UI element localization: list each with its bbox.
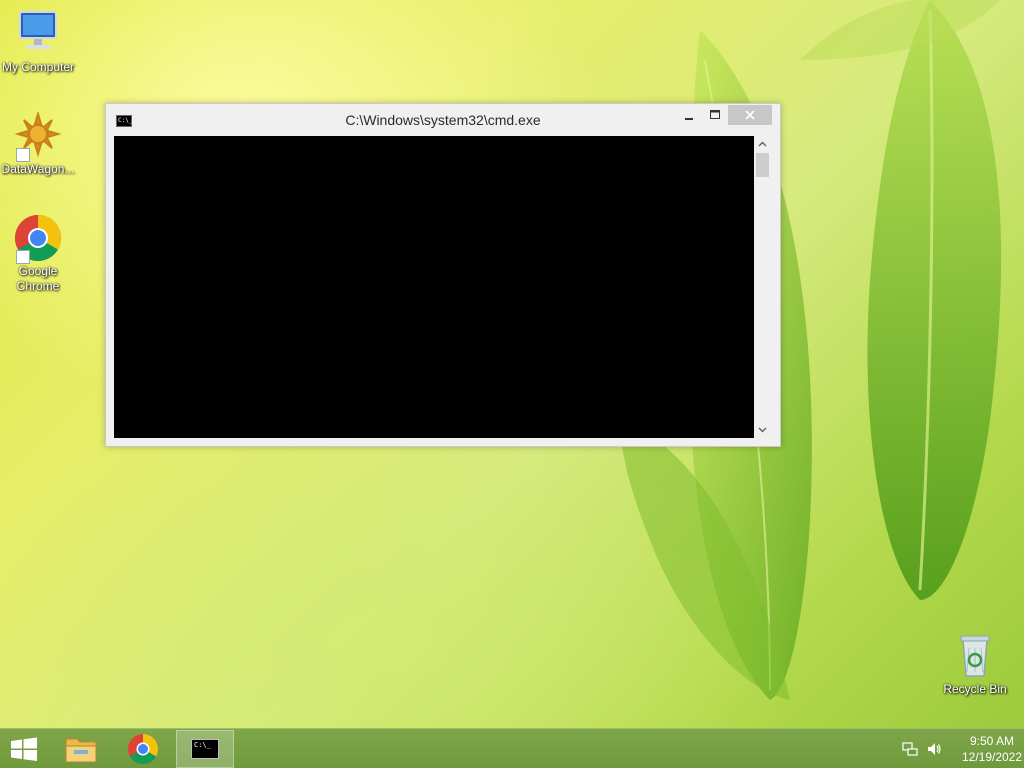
- shortcut-arrow-icon: [16, 148, 30, 162]
- taskbar: C:\_ 9:50 AM 12/19/2022: [0, 728, 1024, 768]
- cmd-window[interactable]: C:\_ C:\Windows\system32\cmd.exe: [105, 103, 781, 447]
- scroll-down-arrow-icon[interactable]: [754, 421, 771, 438]
- scrollbar-thumb[interactable]: [756, 153, 769, 177]
- monitor-icon: [14, 10, 62, 58]
- minimize-button[interactable]: [676, 105, 702, 125]
- recycle-bin-icon: [951, 632, 999, 680]
- desktop-icon-datawagon[interactable]: DataWagon...: [0, 110, 76, 177]
- minimize-icon: [685, 118, 693, 120]
- chrome-icon: [128, 734, 159, 765]
- sun-logo-icon: [14, 110, 62, 162]
- desktop-icon-label: My Computer: [1, 60, 75, 74]
- taskbar-clock[interactable]: 9:50 AM 12/19/2022: [960, 733, 1024, 765]
- cmd-icon-prompt: C:\_: [194, 741, 211, 749]
- chrome-icon: [14, 214, 62, 264]
- cmd-icon: C:\_: [191, 739, 219, 759]
- close-button[interactable]: [728, 105, 772, 125]
- taskbar-file-explorer[interactable]: [54, 730, 108, 768]
- shortcut-arrow-icon: [16, 250, 30, 264]
- system-tray: 9:50 AM 12/19/2022: [884, 729, 1024, 768]
- desktop-icon-label: Google Chrome: [16, 264, 60, 293]
- desktop-icon-label: Recycle Bin: [943, 682, 1007, 696]
- taskbar-command-prompt[interactable]: C:\_: [176, 730, 234, 768]
- speaker-icon[interactable]: [926, 741, 942, 757]
- scroll-up-arrow-icon[interactable]: [754, 136, 771, 153]
- start-button[interactable]: [0, 730, 48, 768]
- desktop-icon-recycle-bin[interactable]: Recycle Bin: [937, 632, 1013, 697]
- maximize-button[interactable]: [702, 105, 728, 125]
- vertical-scrollbar[interactable]: [754, 136, 771, 438]
- folder-icon: [65, 738, 97, 763]
- close-icon: [745, 110, 755, 120]
- console-output[interactable]: [114, 136, 754, 438]
- maximize-icon: [710, 110, 720, 119]
- desktop-icon-my-computer[interactable]: My Computer: [0, 10, 76, 75]
- network-icon[interactable]: [902, 741, 918, 757]
- desktop-icon-google-chrome[interactable]: Google Chrome: [0, 214, 76, 294]
- desktop: My Computer DataWagon... Google Chrome C…: [0, 0, 1024, 768]
- taskbar-google-chrome[interactable]: [116, 730, 170, 768]
- windows-logo-icon: [11, 737, 37, 761]
- clock-time: 9:50 AM: [969, 734, 1015, 748]
- clock-date: 12/19/2022: [961, 750, 1023, 764]
- desktop-icon-label: DataWagon...: [1, 162, 75, 176]
- window-titlebar[interactable]: C:\_ C:\Windows\system32\cmd.exe: [106, 104, 780, 135]
